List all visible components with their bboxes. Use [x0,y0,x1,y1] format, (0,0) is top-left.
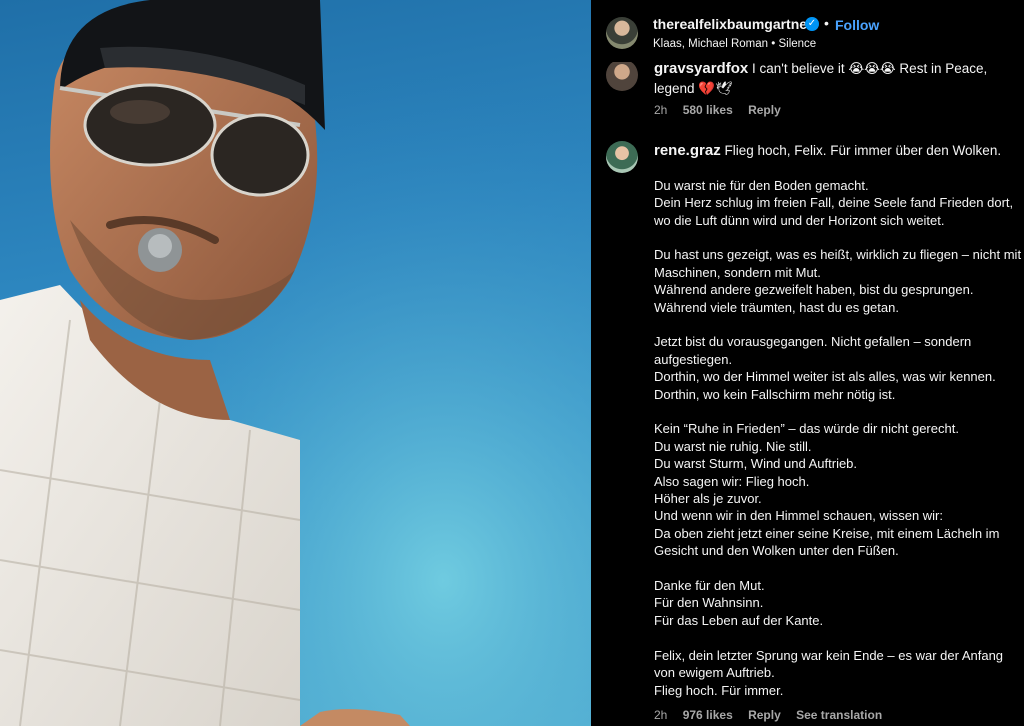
owner-username[interactable]: therealfelixbaumgartner [653,16,813,32]
comment-likes[interactable]: 976 likes [683,708,733,722]
comment-text-line: aufgestiegen. [654,351,733,367]
comment-meta: 2h 580 likes Reply [654,103,793,117]
post-media-photo[interactable] [0,0,591,726]
see-translation-button[interactable]: See translation [796,708,882,722]
reply-button[interactable]: Reply [748,708,781,722]
follow-button[interactable]: Follow [835,17,879,33]
comment-text-line: Du hast uns gezeigt, was es heißt, wirkl… [654,247,1022,263]
comment-text-line: Während viele träumten, hast du es getan… [654,299,899,315]
comment-text-line: Gesicht und den Wolken unter den Füßen. [654,543,899,559]
comment-text-line: Felix, dein letzter Sprung war kein Ende… [654,647,1004,663]
comment-text-line: Während andere gezweifelt haben, bist du… [654,282,974,298]
comment-text-line: Da oben zieht jetzt einer seine Kreise, … [654,525,1000,541]
reply-button[interactable]: Reply [748,103,781,117]
comment-username[interactable]: gravsyardfox [654,60,748,77]
comment-item: rene.graz Flieg hoch, Felix. Für immer ü… [654,142,1024,699]
comment-time: 2h [654,708,668,722]
verified-badge-icon: ✓ [805,17,819,31]
commenter-avatar[interactable] [606,59,638,91]
comment-time: 2h [654,103,668,117]
comment-text-line: Für den Wahnsinn. [654,595,764,611]
comment-text-line: Für das Leben auf der Kante. [654,612,824,628]
comment-text-line: Flieg hoch. Für immer. [654,682,784,698]
owner-avatar[interactable] [606,17,638,49]
comment-text-line: Dein Herz schlug im freien Fall, deine S… [654,195,1014,211]
comment-text-first-line: Flieg hoch, Felix. Für immer über den Wo… [724,143,1002,158]
audio-attribution[interactable]: Klaas, Michael Roman • Silence [653,38,816,50]
comment-text-line: Jetzt bist du vorausgegangen. Nicht gefa… [654,334,972,350]
post-header: therealfelixbaumgartner ✓ • Follow Klaas… [591,0,1024,62]
comment-text-line: Höher als je zuvor. [654,491,762,507]
comment-text-line: Also sagen wir: Flieg hoch. [654,473,810,489]
comment-meta: 2h 976 likes Reply See translation [654,708,894,722]
comment-likes[interactable]: 580 likes [683,103,733,117]
commenter-avatar[interactable] [606,141,638,173]
comment-text-line: Dorthin, wo kein Fallschirm mehr nötig i… [654,386,896,402]
comment-text-body: Du warst nie für den Boden gemacht. Dein … [654,159,1024,699]
comment-username[interactable]: rene.graz [654,142,721,159]
comment-text-line: Du warst Sturm, Wind und Auftrieb. [654,456,858,472]
comment-text-line: Und wenn wir in den Himmel schauen, wiss… [654,508,944,524]
comment-text-line: Dorthin, wo der Himmel weiter ist als al… [654,369,996,385]
comment-text-line: von ewigem Auftrieb. [654,665,775,681]
comment-text-line: Danke für den Mut. [654,578,765,594]
comment-text-line: Du warst nie für den Boden gemacht. [654,177,869,193]
comment-text-line: Kein “Ruhe in Frieden” – das würde dir n… [654,421,959,437]
comments-panel: gravsyardfox I can't believe it 😭😭😭 Rest… [591,0,1024,726]
comment-text-line: Du warst nie ruhig. Nie still. [654,438,812,454]
comment-text-line: wo die Luft dünn wird und der Horizont s… [654,212,945,228]
comment-text-line: Maschinen, sondern mit Mut. [654,264,821,280]
comment-item: gravsyardfox I can't believe it 😭😭😭 Rest… [654,59,1024,99]
portrait-illustration [0,0,591,726]
separator-dot: • [824,15,829,31]
